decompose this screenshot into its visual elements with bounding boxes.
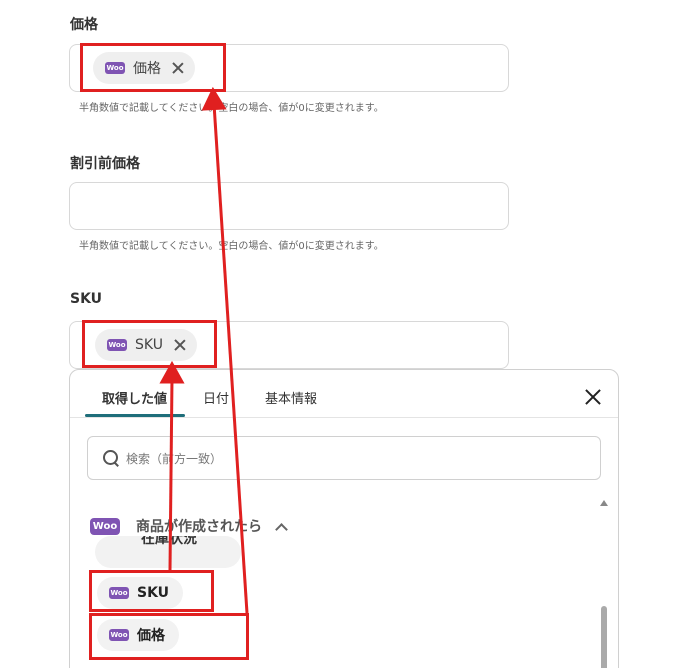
search-placeholder: 検索（前方一致） [126,451,223,466]
search-input[interactable]: 検索（前方一致） [87,436,601,480]
list-item[interactable]: 在庫状況 [95,536,241,568]
price-label: 価格 [70,17,98,33]
tab-divider [70,417,618,418]
close-icon[interactable] [583,387,603,407]
woo-icon: Woo [90,517,120,535]
close-icon[interactable] [169,59,187,77]
search-icon [102,449,120,467]
value-picker-panel: 取得した値 日付 基本情報 検索（前方一致） Woo 商品が作成されたら 在庫状… [69,369,619,668]
list-item-label: SKU [137,585,170,601]
group-title: 商品が作成されたら [136,519,262,535]
list-item-label: 在庫状況 [141,536,197,547]
woo-icon: Woo [109,629,129,641]
price-chip[interactable]: Woo 価格 [93,52,195,84]
woo-icon: Woo [107,339,127,351]
tab-basic-info[interactable]: 基本情報 [265,388,317,407]
scroll-up-icon[interactable] [600,500,608,506]
woo-icon: Woo [109,587,129,599]
price-chip-label: 価格 [133,61,161,77]
price-hint: 半角数値で記載してください。空白の場合、値が0に変更されます。 [79,103,384,114]
chevron-up-icon[interactable] [276,524,286,534]
sku-chip[interactable]: Woo SKU [95,329,197,361]
woo-icon: Woo [105,62,125,74]
list-item-sku[interactable]: Woo SKU [97,577,184,609]
discount-price-hint: 半角数値で記載してください。空白の場合、値が0に変更されます。 [79,241,384,252]
tab-date[interactable]: 日付 [203,388,229,407]
tab-obtained-values[interactable]: 取得した値 [102,388,167,407]
sku-chip-label: SKU [135,337,163,353]
scrollbar-thumb[interactable] [601,606,607,668]
list-item-label: 価格 [137,628,165,644]
close-icon[interactable] [171,336,189,354]
discount-price-field[interactable] [69,182,509,230]
list-item-price[interactable]: Woo 価格 [97,619,179,651]
scrollbar[interactable] [600,500,608,668]
group-header[interactable]: Woo 商品が作成されたら [90,516,286,536]
sku-label: SKU [70,291,103,307]
discount-price-label: 割引前価格 [70,156,140,172]
